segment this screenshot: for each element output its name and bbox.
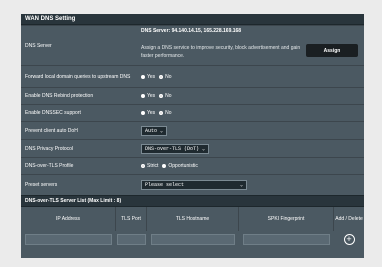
server-list-header: IP Address TLS Port TLS Hostname SPKI Fi… (21, 207, 364, 231)
hostname-cell (147, 231, 239, 247)
server-list-title: DNS-over-TLS Server List (Max Limit : 8) (21, 195, 364, 207)
radio-label: No (165, 110, 172, 116)
dns-server-row: DNS Server DNS Server: 94.140.14.15, 165… (21, 25, 364, 65)
forward-local-label: Forward local domain queries to upstream… (25, 73, 131, 80)
prevent-doh-cell: Auto ⌄ (137, 122, 364, 139)
prevent-doh-select[interactable]: Auto ⌄ (141, 125, 168, 136)
rebind-yes-radio[interactable]: Yes (141, 93, 155, 99)
radio-label: Opportunistic (168, 163, 198, 169)
column-add-delete: Add / Delete (335, 216, 363, 222)
dns-server-value: DNS Server: 94.140.14.15, 165.228.169.16… (141, 28, 242, 34)
dnssec-label: Enable DNSSEC support (25, 110, 81, 116)
chevron-down-icon: ⌄ (239, 182, 243, 188)
column-ip-address: IP Address (21, 207, 116, 231)
tls-port-input[interactable] (117, 233, 146, 245)
dot-profile-strict-radio[interactable]: Strict (141, 163, 158, 169)
radio-icon (141, 74, 145, 79)
prevent-doh-label: Prevent client auto DoH (25, 127, 78, 134)
preset-row: Preset servers Please select ⌄ (21, 174, 364, 195)
dns-server-label: DNS Server (25, 42, 52, 49)
preset-cell: Please select ⌄ (137, 175, 364, 195)
radio-label: Yes (147, 110, 156, 116)
prevent-doh-row: Prevent client auto DoH Auto ⌄ (21, 121, 364, 139)
forward-local-options: Yes No (137, 66, 364, 87)
dnssec-yes-radio[interactable]: Yes (141, 110, 155, 116)
chevron-down-icon: ⌄ (160, 127, 164, 134)
column-spki-fingerprint: SPKI Fingerprint (239, 207, 334, 231)
dot-profile-label: DNS-over-TLS Profile (25, 163, 74, 169)
forward-local-row: Forward local domain queries to upstream… (21, 65, 364, 87)
spki-fingerprint-input[interactable] (242, 233, 331, 245)
radio-label: Yes (147, 73, 156, 80)
preset-select[interactable]: Please select ⌄ (141, 180, 247, 190)
select-value: DNS-over-TLS (DoT) (145, 145, 200, 152)
column-tls-hostname: TLS Hostname (147, 207, 239, 231)
radio-icon (141, 111, 145, 115)
section-title: WAN DNS Setting (21, 14, 364, 25)
dot-profile-options: Strict Opportunistic (137, 158, 364, 174)
fingerprint-cell (239, 231, 334, 247)
forward-local-no-radio[interactable]: No (159, 73, 172, 80)
radio-icon (141, 94, 145, 98)
rebind-label: Enable DNS Rebind protection (25, 93, 94, 99)
dnssec-no-radio[interactable]: No (159, 110, 172, 116)
tls-hostname-input[interactable] (150, 233, 236, 245)
ip-address-input[interactable] (24, 233, 113, 245)
dns-server-help: Assign a DNS service to improve security… (141, 45, 301, 59)
radio-label: No (165, 73, 172, 80)
port-cell (116, 231, 147, 247)
add-cell: + (334, 231, 364, 247)
rebind-no-radio[interactable]: No (159, 93, 172, 99)
rebind-row: Enable DNS Rebind protection Yes No (21, 87, 364, 104)
privacy-protocol-label: DNS Privacy Protocol (25, 145, 74, 152)
preset-label: Preset servers (25, 182, 58, 188)
radio-selected-icon (159, 94, 164, 98)
dns-server-value-cell: DNS Server: 94.140.14.15, 165.228.169.16… (137, 26, 364, 65)
dot-profile-opportunistic-radio[interactable]: Opportunistic (162, 163, 198, 169)
radio-selected-icon (159, 74, 164, 79)
column-tls-port: TLS Port (116, 207, 147, 231)
privacy-protocol-select[interactable]: DNS-over-TLS (DoT) ⌄ (141, 143, 210, 154)
radio-selected-icon (141, 164, 145, 168)
privacy-protocol-row: DNS Privacy Protocol DNS-over-TLS (DoT) ⌄ (21, 139, 364, 157)
add-icon[interactable]: + (343, 233, 355, 245)
ip-cell (21, 231, 116, 247)
forward-local-yes-radio[interactable]: Yes (141, 74, 155, 80)
radio-label: No (165, 93, 172, 99)
radio-label: Yes (147, 93, 156, 99)
dot-profile-row: DNS-over-TLS Profile Strict Opportunisti… (21, 157, 364, 174)
privacy-protocol-cell: DNS-over-TLS (DoT) ⌄ (137, 140, 364, 157)
wan-dns-panel: WAN DNS Setting DNS Server DNS Server: 9… (21, 14, 364, 258)
select-value: Auto (145, 127, 158, 134)
server-input-row: + (21, 231, 364, 247)
radio-icon (162, 164, 167, 168)
select-value: Please select (145, 182, 185, 188)
radio-label: Strict (147, 163, 159, 169)
radio-selected-icon (159, 111, 164, 115)
dnssec-options: Yes No (137, 105, 364, 121)
rebind-options: Yes No (137, 88, 364, 104)
chevron-down-icon: ⌄ (202, 145, 206, 152)
assign-button[interactable]: Assign (306, 44, 358, 57)
dnssec-row: Enable DNSSEC support Yes No (21, 104, 364, 121)
